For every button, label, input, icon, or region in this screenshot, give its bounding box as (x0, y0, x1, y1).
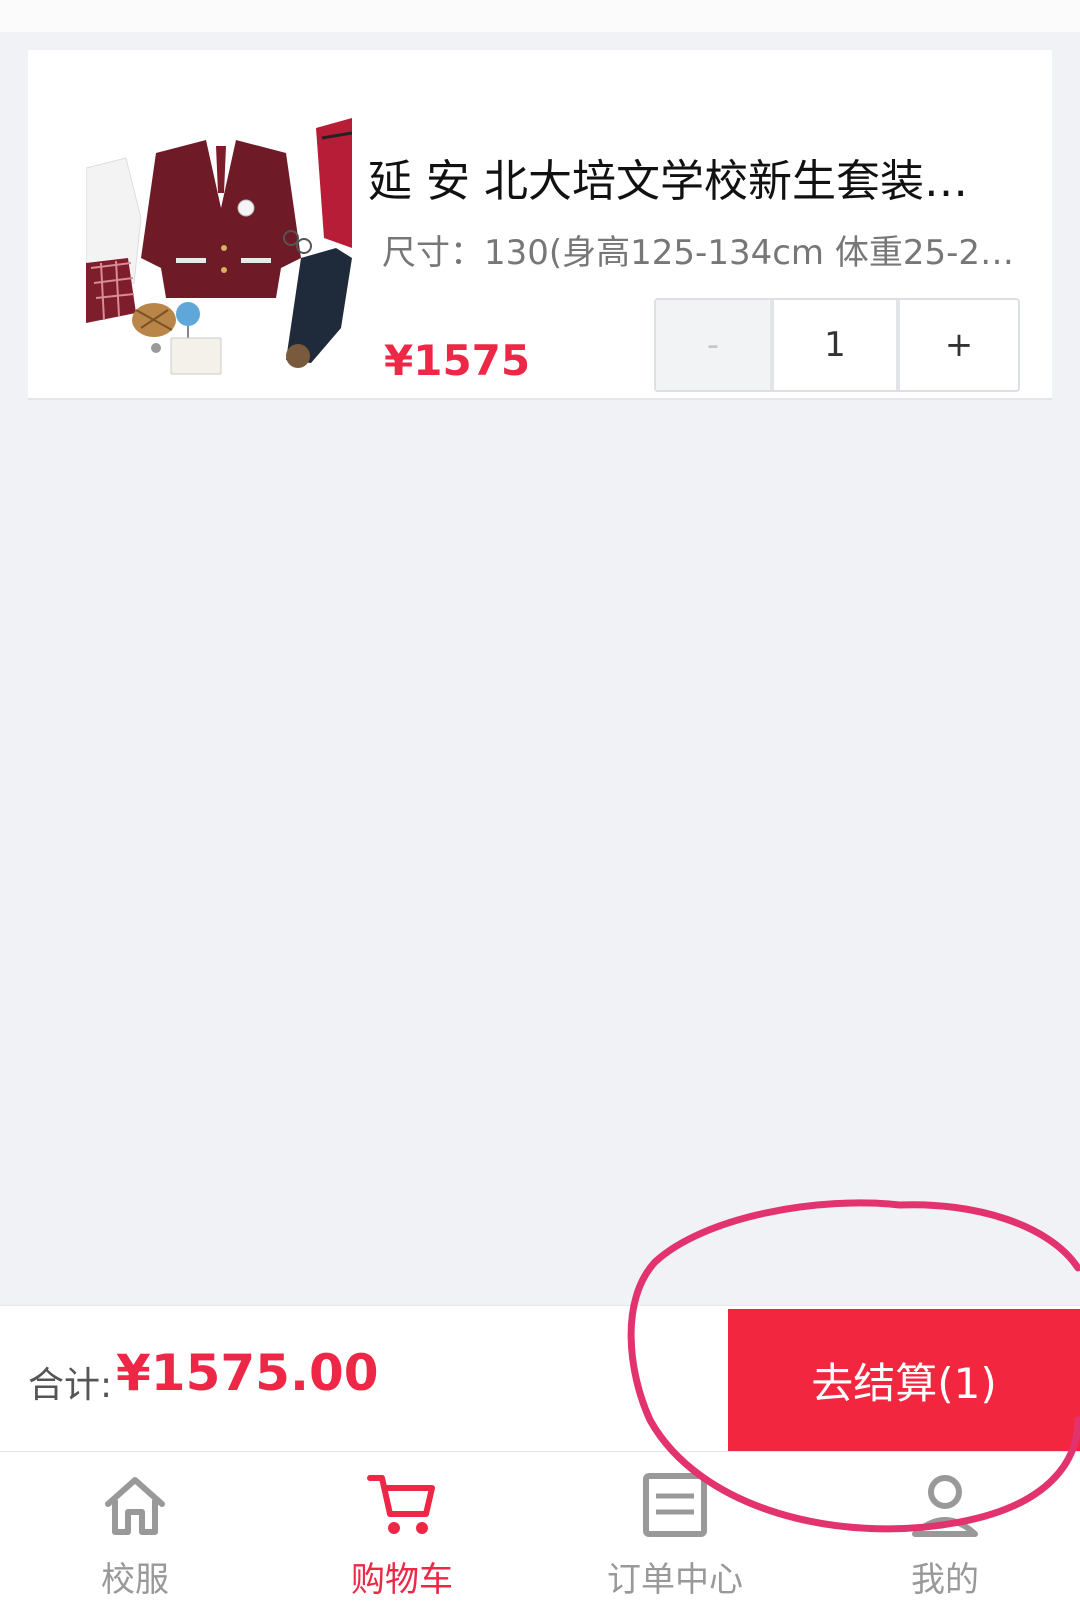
home-icon (100, 1452, 170, 1542)
item-title[interactable]: 延 安 北大培文学校新生套装… (368, 154, 998, 210)
tab-uniform[interactable]: 校服 (45, 1452, 225, 1612)
tab-cart[interactable]: 购物车 (312, 1452, 492, 1612)
tab-label: 我的 (911, 1560, 979, 1600)
tab-label: 校服 (101, 1560, 169, 1600)
order-icon (642, 1452, 708, 1542)
user-icon (910, 1452, 980, 1542)
checkout-bar: 合计: ¥1575.00 去结算(1) (0, 1305, 1080, 1452)
tab-bar: 校服 购物车 订单中心 我的 (0, 1451, 1080, 1613)
checkout-button[interactable]: 去结算(1) (728, 1309, 1080, 1452)
tab-label: 购物车 (351, 1560, 453, 1600)
cart-icon (366, 1452, 438, 1542)
item-spec: 尺寸：130(身高125-134cm 体重25-29… (382, 233, 1022, 273)
cart-item: 延 安 北大培文学校新生套装… 尺寸：130(身高125-134cm 体重25-… (28, 50, 1052, 400)
decrease-quantity-button[interactable]: - (656, 300, 774, 390)
total-label: 合计: (28, 1365, 113, 1406)
item-price: ¥1575 (384, 336, 531, 385)
product-image[interactable] (85, 98, 353, 380)
quantity-stepper: - 1 + (654, 298, 1020, 392)
total-amount: ¥1575.00 (116, 1344, 379, 1402)
top-bar (0, 0, 1080, 32)
increase-quantity-button[interactable]: + (900, 300, 1018, 390)
tab-label: 订单中心 (607, 1560, 743, 1600)
tab-mine[interactable]: 我的 (855, 1452, 1035, 1612)
quantity-value[interactable]: 1 (774, 300, 900, 390)
tab-orders[interactable]: 订单中心 (585, 1452, 765, 1612)
